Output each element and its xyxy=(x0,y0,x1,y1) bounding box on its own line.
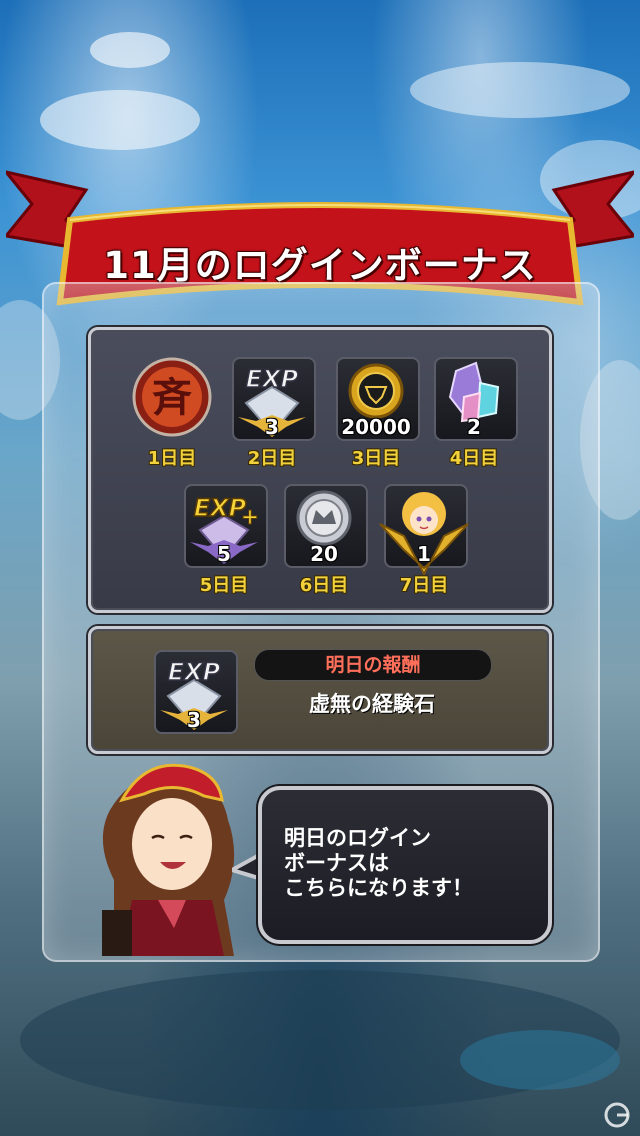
day-label: 4日目 xyxy=(449,448,499,469)
day-label: 3日目 xyxy=(351,448,401,469)
day-1-reward[interactable]: 斉 1日目 xyxy=(130,357,214,477)
item-quantity: 20000 xyxy=(341,415,411,439)
day-5-reward[interactable]: EXP + 5 5日目 xyxy=(182,484,268,604)
speech-text: 明日のログイン ボーナスは こちらになります！ xyxy=(284,826,473,900)
item-quantity: 3 xyxy=(265,415,279,439)
svg-text:EXP: EXP xyxy=(246,365,299,393)
item-quantity: 1 xyxy=(417,542,431,566)
day-6-reward[interactable]: 20 6日目 xyxy=(282,484,368,604)
day-4-reward[interactable]: 2 4日目 xyxy=(432,357,518,477)
day-label: 1日目 xyxy=(147,448,197,469)
tomorrow-reward-item[interactable]: EXP 3 xyxy=(152,648,238,748)
day-3-reward[interactable]: 20000 3日目 xyxy=(334,357,420,477)
svg-text:斉: 斉 xyxy=(152,375,192,421)
item-quantity: 3 xyxy=(187,708,201,732)
tomorrow-reward-name: 虚無の経験石 xyxy=(309,692,435,716)
day-label: 6日目 xyxy=(299,575,349,596)
day-label: 5日目 xyxy=(199,575,249,596)
svg-text:EXP: EXP xyxy=(194,494,247,522)
watermark-logo-icon xyxy=(604,1102,630,1128)
day-label: 2日目 xyxy=(247,448,297,469)
tomorrow-reward-header: 明日の報酬 xyxy=(254,649,492,681)
day-7-reward[interactable]: 1 7日目 xyxy=(379,484,469,604)
day-label: 7日目 xyxy=(399,575,449,596)
emblem-icon: 斉 xyxy=(132,357,212,437)
item-quantity: 20 xyxy=(310,542,338,566)
item-quantity: 2 xyxy=(467,415,481,439)
day-2-reward[interactable]: EXP 3 2日目 xyxy=(230,357,316,477)
svg-text:+: + xyxy=(241,505,259,530)
item-quantity: 5 xyxy=(217,542,231,566)
svg-text:EXP: EXP xyxy=(168,658,221,686)
